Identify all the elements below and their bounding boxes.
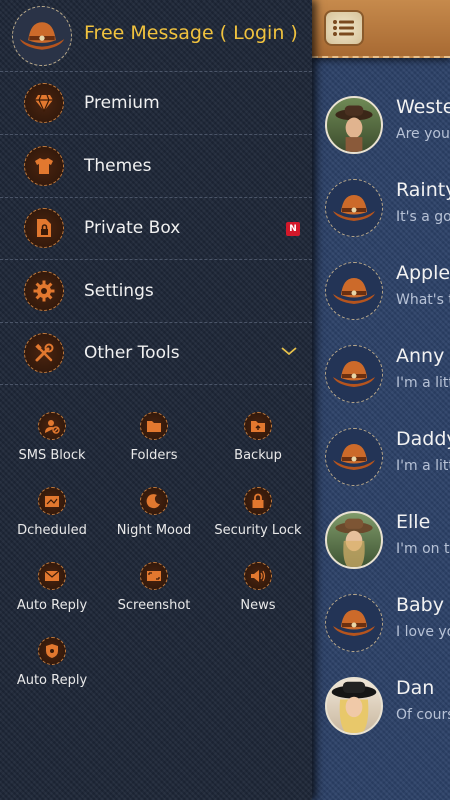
- message-preview: I'm a little: [396, 458, 450, 474]
- tool-label: Auto Reply: [16, 673, 88, 688]
- login-title[interactable]: Free Message ( Login ): [84, 22, 298, 44]
- conversation-item[interactable]: Baby I love you: [312, 586, 450, 669]
- menu-item-other-tools[interactable]: Other Tools: [0, 323, 312, 385]
- folder-icon: [140, 412, 168, 440]
- screenshot-icon: [140, 562, 168, 590]
- tool-screenshot[interactable]: Screenshot: [102, 562, 206, 632]
- contact-name: Daddy: [396, 428, 450, 450]
- cowboy-hat-icon: [325, 345, 383, 403]
- conversation-item[interactable]: Wester Are you r: [312, 88, 450, 171]
- tool-label: Backup: [234, 448, 282, 463]
- tool-backup[interactable]: Backup: [206, 412, 310, 482]
- lock-file-icon: [24, 208, 64, 248]
- cowboy-hat-icon: [12, 6, 72, 66]
- tool-label: SMS Block: [18, 448, 86, 463]
- conversation-item[interactable]: Elle I'm on th: [312, 503, 450, 586]
- menu-label: Settings: [84, 281, 154, 301]
- conversation-item[interactable]: Dan Of cours: [312, 669, 450, 752]
- auto-reply-shield-icon: [38, 637, 66, 665]
- tool-security-lock[interactable]: Security Lock: [206, 487, 310, 557]
- drawer-header[interactable]: Free Message ( Login ): [0, 0, 312, 72]
- cowboy-hat-icon: [325, 179, 383, 237]
- message-preview: Are you r: [396, 126, 450, 142]
- tool-night-mood[interactable]: Night Mood: [102, 487, 206, 557]
- tool-auto-reply[interactable]: Auto Reply: [0, 562, 104, 632]
- cowboy-hat-icon: [325, 594, 383, 652]
- top-bar: [312, 0, 450, 58]
- menu-item-premium[interactable]: Premium: [0, 73, 312, 135]
- tool-auto-reply-2[interactable]: Auto Reply: [0, 637, 104, 707]
- speaker-icon: [244, 562, 272, 590]
- tool-scheduled[interactable]: Dcheduled: [0, 487, 104, 557]
- scheduled-message-icon: [38, 487, 66, 515]
- padlock-icon: [244, 487, 272, 515]
- tool-label: News: [240, 598, 276, 613]
- menu-label: Other Tools: [84, 343, 180, 363]
- tool-label: Dcheduled: [17, 523, 87, 538]
- message-preview: I love you: [396, 624, 450, 640]
- menu-button[interactable]: [324, 10, 364, 46]
- tool-label: Security Lock: [214, 523, 302, 538]
- message-preview: It's a goo: [396, 209, 450, 225]
- contact-name: Elle: [396, 511, 431, 533]
- moon-icon: [140, 487, 168, 515]
- tool-label: Screenshot: [117, 598, 191, 613]
- contact-name: Wester: [396, 96, 450, 118]
- conversation-list-pane: Wester Are you r Rainty It's a goo Apple…: [312, 0, 450, 800]
- tool-folders[interactable]: Folders: [102, 412, 206, 482]
- avatar: [325, 96, 383, 154]
- contact-name: Dan: [396, 677, 435, 699]
- list-menu-icon: [333, 20, 354, 36]
- menu-item-themes[interactable]: Themes: [0, 136, 312, 198]
- tool-news[interactable]: News: [206, 562, 310, 632]
- tool-label: Auto Reply: [16, 598, 88, 613]
- tshirt-icon: [24, 146, 64, 186]
- conversation-item[interactable]: Anny I'm a little: [312, 337, 450, 420]
- tool-label: Night Mood: [116, 523, 192, 538]
- contact-name: Rainty: [396, 179, 450, 201]
- avatar: [325, 677, 383, 735]
- cowboy-hat-icon: [325, 262, 383, 320]
- new-badge: N: [286, 222, 300, 236]
- conversation-item[interactable]: Rainty It's a goo: [312, 171, 450, 254]
- avatar: [325, 511, 383, 569]
- cowboy-hat-icon: [325, 428, 383, 486]
- backup-folder-icon: [244, 412, 272, 440]
- tool-label: Folders: [130, 448, 178, 463]
- message-preview: I'm a little: [396, 375, 450, 391]
- navigation-drawer: Free Message ( Login ) Premium Themes Pr…: [0, 0, 312, 800]
- gear-icon: [24, 271, 64, 311]
- diamond-icon: [24, 83, 64, 123]
- contact-name: Apple: [396, 262, 450, 284]
- message-preview: What's th: [396, 292, 450, 308]
- tools-icon: [24, 333, 64, 373]
- message-preview: I'm on th: [396, 541, 450, 557]
- message-preview: Of cours: [396, 707, 450, 723]
- menu-item-settings[interactable]: Settings: [0, 261, 312, 323]
- tool-sms-block[interactable]: SMS Block: [0, 412, 104, 482]
- conversation-item[interactable]: Daddy I'm a little: [312, 420, 450, 503]
- menu-label: Themes: [84, 156, 152, 176]
- person-block-icon: [38, 412, 66, 440]
- auto-reply-mail-icon: [38, 562, 66, 590]
- menu-label: Premium: [84, 93, 160, 113]
- conversation-item[interactable]: Apple What's th: [312, 254, 450, 337]
- chevron-down-icon[interactable]: [280, 345, 298, 357]
- contact-name: Anny: [396, 345, 445, 367]
- menu-item-private-box[interactable]: Private Box N: [0, 198, 312, 260]
- contact-name: Baby: [396, 594, 444, 616]
- menu-label: Private Box: [84, 218, 181, 238]
